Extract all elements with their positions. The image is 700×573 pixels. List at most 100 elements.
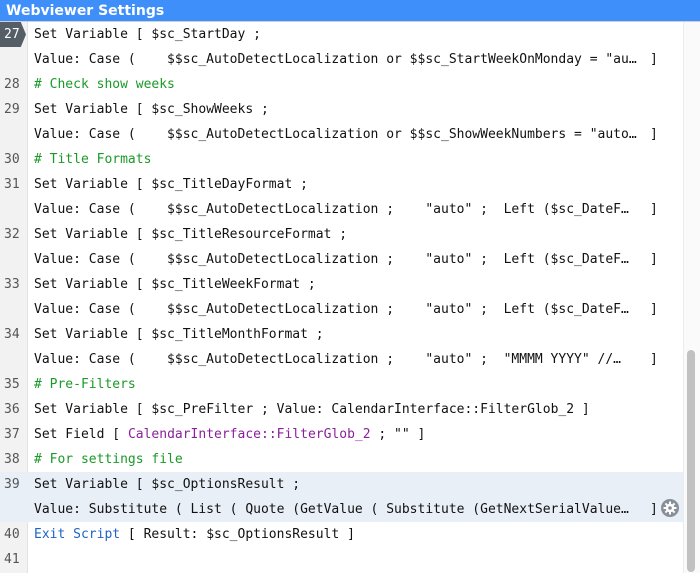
line-number: 34: [4, 327, 20, 342]
line-number: [0, 247, 28, 272]
code-text: [ $sc_ShowWeeks ;: [135, 102, 269, 117]
line-number: [0, 47, 28, 72]
line-content: # Check show weeks: [34, 72, 175, 97]
script-line[interactable]: 35 # Pre-Filters: [0, 372, 683, 397]
line-number: 36: [4, 402, 20, 417]
script-line[interactable]: 29 Set Variable [ $sc_ShowWeeks ;: [0, 97, 683, 122]
line-number: [0, 347, 28, 372]
script-line[interactable]: 36 Set Variable [ $sc_PreFilter ; Value: …: [0, 397, 683, 422]
code-text: Value: Substitute ( List ( Quote (GetVal…: [34, 502, 629, 517]
vertical-scrollbar[interactable]: [683, 22, 700, 573]
code-text: [ $sc_OptionsResult ;: [135, 477, 301, 492]
closing-bracket: ]: [650, 202, 658, 217]
line-number: 38: [4, 452, 20, 467]
code-text: Set Variable: [34, 327, 136, 342]
window-title-bar: Webviewer Settings: [0, 0, 700, 22]
line-content: Value: Case ( $$sc_AutoDetectLocalizatio…: [34, 197, 629, 222]
code-text: [ $sc_TitleWeekFormat ;: [135, 277, 316, 292]
gear-icon[interactable]: [661, 499, 679, 517]
line-content: Set Field [ CalendarInterface::FilterGlo…: [34, 422, 425, 447]
script-line[interactable]: 27 Set Variable [ $sc_StartDay ;: [0, 22, 683, 47]
script-line-continuation[interactable]: Value: Substitute ( List ( Quote (GetVal…: [0, 497, 683, 522]
script-line-continuation[interactable]: Value: Case ( $$sc_AutoDetectLocalizatio…: [0, 347, 683, 372]
line-number: 35: [4, 377, 20, 392]
code-text: Value: Case ( $$sc_AutoDetectLocalizatio…: [34, 352, 621, 367]
code-text: Value: Case ( $$sc_AutoDetectLocalizatio…: [34, 252, 629, 267]
code-text: [ $sc_TitleDayFormat ;: [135, 177, 308, 192]
line-content: Set Variable [ $sc_OptionsResult ;: [34, 472, 300, 497]
script-line[interactable]: 39 Set Variable [ $sc_OptionsResult ;: [0, 472, 683, 497]
script-line[interactable]: 30 # Title Formats: [0, 147, 683, 172]
script-line[interactable]: 34 Set Variable [ $sc_TitleMonthFormat ;: [0, 322, 683, 347]
closing-bracket: ]: [650, 502, 658, 517]
script-line-continuation[interactable]: Value: Case ( $$sc_AutoDetectLocalizatio…: [0, 297, 683, 322]
script-line-continuation[interactable]: Value: Case ( $$sc_AutoDetectLocalizatio…: [0, 197, 683, 222]
line-content: Set Variable [ $sc_TitleMonthFormat ;: [34, 322, 324, 347]
script-line[interactable]: 31 Set Variable [ $sc_TitleDayFormat ;: [0, 172, 683, 197]
line-content: Value: Substitute ( List ( Quote (GetVal…: [34, 497, 629, 522]
code-text: Set Variable: [34, 477, 136, 492]
code-text: Set Variable: [34, 27, 136, 42]
line-number: 29: [4, 102, 20, 117]
closing-bracket: ]: [650, 302, 658, 317]
script-line[interactable]: 37 Set Field [ CalendarInterface::FilterG…: [0, 422, 683, 447]
line-content: Set Variable [ $sc_StartDay ;: [34, 22, 261, 47]
scrollbar-thumb[interactable]: [687, 350, 695, 572]
closing-bracket: ]: [650, 52, 658, 67]
line-content: Set Variable [ $sc_TitleResourceFormat ;: [34, 222, 347, 247]
line-content: # Pre-Filters: [34, 372, 136, 397]
current-line-number: 27: [0, 22, 26, 47]
line-content: Set Variable [ $sc_ShowWeeks ;: [34, 97, 269, 122]
line-number: 30: [4, 152, 20, 167]
code-text: [ $sc_TitleResourceFormat ;: [135, 227, 348, 242]
script-line-continuation[interactable]: Value: Case ( $$sc_AutoDetectLocalizatio…: [0, 247, 683, 272]
line-content: Value: Case ( $$sc_AutoDetectLocalizatio…: [34, 122, 637, 147]
line-content: Value: Case ( $$sc_AutoDetectLocalizatio…: [34, 347, 621, 372]
code-text: Set Variable: [34, 177, 136, 192]
line-content: Set Variable [ $sc_TitleDayFormat ;: [34, 172, 308, 197]
line-content: # For settings file: [34, 447, 183, 472]
line-content: Set Variable [ $sc_TitleWeekFormat ;: [34, 272, 316, 297]
closing-bracket: ]: [650, 127, 658, 142]
closing-bracket: ]: [650, 252, 658, 267]
line-number: [0, 297, 28, 322]
code-text: Set Variable: [34, 102, 136, 117]
code-text: [ $sc_PreFilter ; Value: CalendarInterfa…: [135, 402, 590, 417]
code-text: Set Variable: [34, 277, 136, 292]
line-number: 39: [4, 477, 20, 492]
script-line[interactable]: 28 # Check show weeks: [0, 72, 683, 97]
code-text: [ $sc_TitleMonthFormat ;: [135, 327, 324, 342]
script-line-continuation[interactable]: Value: Case ( $$sc_AutoDetectLocalizatio…: [0, 122, 683, 147]
code-text: Set Field: [34, 427, 113, 442]
comment-text: # Check show weeks: [34, 77, 175, 92]
code-text: [ Result: $sc_OptionsResult ]: [127, 527, 355, 542]
line-number: 33: [4, 277, 20, 292]
line-number: [0, 197, 28, 222]
script-line[interactable]: 32 Set Variable [ $sc_TitleResourceFormat…: [0, 222, 683, 247]
script-editor[interactable]: 27 Set Variable [ $sc_StartDay ; Value: Ca…: [0, 22, 683, 573]
line-number: [0, 497, 28, 522]
line-content: # Title Formats: [34, 147, 151, 172]
line-content: Set Variable [ $sc_PreFilter ; Value: Ca…: [34, 397, 590, 422]
line-content: Value: Case ( $$sc_AutoDetectLocalizatio…: [34, 247, 629, 272]
code-text: Value: Case ( $$sc_AutoDetectLocalizatio…: [34, 127, 637, 142]
line-number: 37: [4, 427, 20, 442]
code-text: Value: Case ( $$sc_AutoDetectLocalizatio…: [34, 52, 637, 67]
script-line[interactable]: 41: [0, 547, 683, 572]
code-text: ; "" ]: [370, 427, 426, 442]
script-line[interactable]: 33 Set Variable [ $sc_TitleWeekFormat ;: [0, 272, 683, 297]
script-line[interactable]: 38 # For settings file: [0, 447, 683, 472]
code-text: [ $sc_StartDay ;: [135, 27, 261, 42]
comment-text: # Pre-Filters: [34, 377, 136, 392]
code-text: Value: Case ( $$sc_AutoDetectLocalizatio…: [34, 302, 629, 317]
closing-bracket: ]: [650, 352, 658, 367]
script-step-keyword: Exit Script: [34, 527, 128, 542]
script-line-continuation[interactable]: Value: Case ( $$sc_AutoDetectLocalizatio…: [0, 47, 683, 72]
line-number: 40: [4, 527, 20, 542]
line-number: 41: [4, 552, 20, 567]
script-line[interactable]: 40 Exit Script [ Result: $sc_OptionsResul…: [0, 522, 683, 547]
line-content: Exit Script [ Result: $sc_OptionsResult …: [34, 522, 355, 547]
code-text: [: [112, 427, 128, 442]
code-text: Set Variable: [34, 227, 136, 242]
line-number: 31: [4, 177, 20, 192]
